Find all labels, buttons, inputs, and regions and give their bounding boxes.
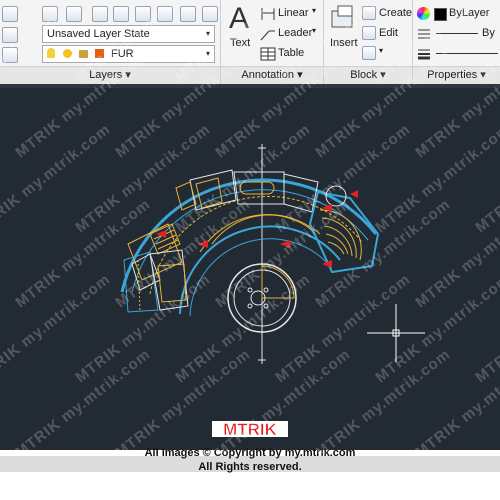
- rotunda-chair: [263, 287, 269, 293]
- leader-button[interactable]: Leader ▾: [260, 26, 322, 42]
- table-icon: [260, 47, 276, 61]
- attribute-icon: [362, 46, 376, 60]
- linetype-sample: [436, 33, 478, 34]
- properties-panel-title[interactable]: Properties ▾: [413, 66, 500, 84]
- color-swatch: [434, 8, 447, 21]
- text-button[interactable]: A Text: [226, 2, 256, 62]
- chevron-down-icon: ▾: [480, 69, 486, 81]
- block-attribute-button[interactable]: ▾: [362, 46, 392, 62]
- linetype-dropdown[interactable]: By: [416, 26, 500, 42]
- layer-tool-icon[interactable]: [2, 27, 18, 43]
- copyright-line-2: All Rights reserved.: [198, 461, 302, 473]
- lock-icon: [79, 50, 88, 58]
- edit-label: Edit: [379, 27, 398, 39]
- sun-icon: [63, 49, 72, 58]
- chevron-down-icon: ▾: [312, 6, 317, 15]
- chevron-down-icon: ▾: [125, 69, 131, 81]
- layers-panel-title[interactable]: Layers ▾: [0, 66, 220, 84]
- table-label: Table: [278, 47, 305, 59]
- lightbulb-icon: [47, 48, 55, 58]
- current-layer-dropdown[interactable]: FUR ▾: [42, 45, 215, 63]
- copyright-line-1: All images © Copyright by my.mtrik.com: [144, 447, 356, 459]
- linetype-value: By: [482, 27, 495, 39]
- auditorium-seating: [327, 241, 345, 255]
- top-room: [233, 171, 285, 205]
- insert-label: Insert: [330, 37, 358, 49]
- create-label: Create: [379, 7, 413, 19]
- top-room: [283, 173, 319, 213]
- color-value: ByLayer: [449, 7, 490, 19]
- layer-color-swatch: [95, 49, 104, 58]
- edit-icon[interactable]: [2, 6, 18, 22]
- floor-plan-drawing: [120, 144, 425, 364]
- rotunda-chair: [247, 303, 253, 309]
- layer-tool-icon[interactable]: [2, 47, 18, 63]
- brand-logo-art: MTRIK: [212, 420, 288, 439]
- ribbon: Unsaved Layer State ▾ FUR ▾ Layers ▾ A T…: [0, 0, 500, 84]
- rotunda-chair: [263, 303, 269, 309]
- properties-panel-label: Properties: [427, 69, 478, 81]
- brand-logo-text: MTRIK: [223, 420, 278, 439]
- brand-logo: MTRIK: [210, 419, 290, 439]
- chevron-down-icon: ▾: [380, 69, 386, 81]
- layer-tool-icon[interactable]: [66, 6, 82, 22]
- chevron-down-icon: ▾: [379, 46, 384, 55]
- linetype-icon: [418, 29, 430, 39]
- layer-tool-icon[interactable]: [157, 6, 173, 22]
- chevron-down-icon: ▾: [205, 29, 210, 38]
- layer-tool-icon[interactable]: [202, 6, 218, 22]
- lineweight-dropdown[interactable]: [416, 46, 500, 62]
- table-button[interactable]: Table: [260, 46, 322, 62]
- linear-label: Linear: [278, 7, 309, 19]
- drawing-canvas[interactable]: [0, 84, 500, 450]
- layer-state-dropdown[interactable]: Unsaved Layer State ▾: [42, 25, 215, 43]
- linear-dimension-icon: [261, 8, 275, 20]
- annotation-panel-title[interactable]: Annotation ▾: [221, 66, 323, 84]
- lineweight-icon: [418, 49, 430, 60]
- layers-panel-label: Layers: [89, 69, 123, 81]
- red-marker: [280, 240, 290, 248]
- conference-table: [239, 181, 275, 195]
- edit-block-button[interactable]: Edit: [362, 26, 410, 42]
- auditorium-seating: [319, 209, 362, 261]
- create-block-button[interactable]: Create: [362, 6, 413, 22]
- match-properties-button[interactable]: ByLayer: [416, 6, 500, 22]
- crosshair-cursor-icon: [367, 304, 425, 362]
- layer-tool-icon[interactable]: [113, 6, 129, 22]
- layer-tool-icon[interactable]: [180, 6, 196, 22]
- current-layer-name: FUR: [111, 48, 134, 60]
- block-panel-title[interactable]: Block ▾: [324, 66, 412, 84]
- insert-block-button[interactable]: Insert: [327, 2, 359, 62]
- block-panel-label: Block: [350, 69, 378, 81]
- text-label: Text: [230, 37, 251, 49]
- chevron-down-icon: ▾: [205, 49, 210, 58]
- color-wheel-icon: [417, 7, 430, 20]
- layer-state-value: Unsaved Layer State: [47, 28, 150, 40]
- linear-dimension-button[interactable]: Linear ▾: [260, 6, 322, 22]
- insert-block-icon: [331, 5, 353, 28]
- edit-block-icon: [362, 26, 376, 40]
- red-marker: [350, 190, 358, 198]
- rotunda-chair: [247, 287, 253, 293]
- annotation-panel-label: Annotation: [241, 69, 294, 81]
- create-block-icon: [362, 6, 376, 20]
- layer-isolate-icon[interactable]: [42, 6, 58, 22]
- leader-label: Leader: [278, 27, 313, 39]
- chevron-down-icon: ▾: [312, 26, 317, 35]
- leader-icon: [260, 30, 275, 41]
- chevron-down-icon: ▾: [297, 69, 303, 81]
- text-icon: A: [229, 2, 250, 35]
- lineweight-sample: [436, 53, 498, 54]
- layer-tool-icon[interactable]: [135, 6, 151, 22]
- layer-freeze-icon[interactable]: [92, 6, 108, 22]
